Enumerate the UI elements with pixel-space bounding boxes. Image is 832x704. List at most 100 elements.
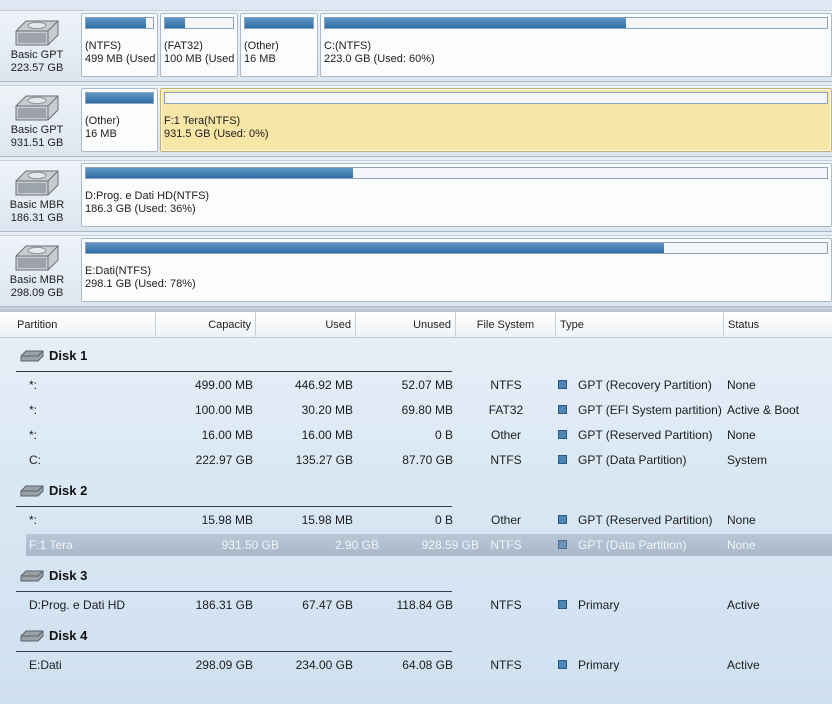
disk-map-panel: Basic GPT 223.57 GB (NTFS) 499 MB (Used:…	[0, 0, 832, 307]
disk-map-row-disk-4[interactable]: Basic MBR 298.09 GB E:Dati(NTFS) 298.1 G…	[0, 235, 832, 307]
table-row[interactable]: D:Prog. e Dati HD 186.31 GB 67.47 GB 118…	[0, 594, 832, 616]
partition-box[interactable]: (NTFS) 499 MB (Used:	[81, 13, 158, 77]
cell-partition: *:	[29, 378, 38, 392]
cell-status: Active	[727, 658, 760, 672]
column-header-status[interactable]: Status	[724, 312, 832, 337]
cell-used: 234.00 GB	[295, 658, 353, 672]
cell-partition: F:1 Tera	[29, 538, 73, 552]
hard-disk-icon	[15, 170, 59, 196]
table-row[interactable]: *: 15.98 MB 15.98 MB 0 B Other GPT (Rese…	[0, 509, 832, 531]
partition-type-square-icon	[558, 455, 567, 464]
hard-disk-icon	[15, 245, 59, 271]
partition-box[interactable]: E:Dati(NTFS) 298.1 GB (Used: 78%)	[81, 238, 832, 302]
table-row-selected[interactable]: F:1 Tera 931.50 GB 2.90 GB 928.59 GB NTF…	[26, 534, 832, 556]
cell-type: GPT (Recovery Partition)	[578, 378, 712, 392]
usage-bar	[244, 17, 314, 29]
cell-capacity: 298.09 GB	[195, 658, 253, 672]
partition-detail: 100 MB (Used:	[164, 53, 235, 65]
partition-detail: 16 MB	[244, 53, 276, 65]
group-divider	[16, 591, 452, 592]
cell-partition: E:Dati	[29, 658, 62, 672]
partition-box[interactable]: (Other) 16 MB	[240, 13, 318, 77]
partition-name: (Other)	[85, 115, 120, 127]
usage-bar-fill	[245, 18, 313, 28]
disk-type: Basic MBR	[9, 274, 65, 286]
cell-type: GPT (EFI System partition)	[578, 403, 722, 417]
cell-used: 16.00 MB	[301, 428, 353, 442]
cell-unused: 0 B	[434, 513, 453, 527]
disk-info[interactable]: Basic GPT 931.51 GB	[0, 86, 78, 156]
partition-detail: 16 MB	[85, 128, 117, 140]
cell-unused: 52.07 MB	[401, 378, 453, 392]
column-header-capacity[interactable]: Capacity	[156, 312, 256, 337]
usage-bar-fill	[86, 168, 353, 178]
cell-file-system: Other	[490, 428, 521, 442]
cell-used: 135.27 GB	[295, 453, 353, 467]
table-row[interactable]: C: 222.97 GB 135.27 GB 87.70 GB NTFS GPT…	[0, 449, 832, 471]
partition-type-square-icon	[558, 430, 567, 439]
usage-bar-fill	[86, 93, 153, 103]
partition-name: (Other)	[244, 40, 279, 52]
disk-size: 931.51 GB	[10, 137, 64, 149]
column-header-used[interactable]: Used	[256, 312, 356, 337]
cell-file-system: NTFS	[490, 658, 522, 672]
partition-name: D:Prog. e Dati HD(NTFS)	[85, 190, 210, 202]
cell-status: System	[727, 453, 768, 467]
disk-size: 186.31 GB	[10, 212, 64, 224]
partition-box-selected[interactable]: F:1 Tera(NTFS) 931.5 GB (Used: 0%)	[160, 88, 832, 152]
hard-disk-icon	[20, 485, 44, 497]
cell-type: Primary	[578, 658, 620, 672]
cell-type: GPT (Data Partition)	[578, 538, 687, 552]
cell-capacity: 499.00 MB	[194, 378, 253, 392]
partition-detail: 931.5 GB (Used: 0%)	[164, 128, 269, 140]
partition-name: (NTFS)	[85, 40, 122, 52]
usage-bar	[324, 17, 828, 29]
partition-box[interactable]: D:Prog. e Dati HD(NTFS) 186.3 GB (Used: …	[81, 163, 832, 227]
column-header-partition[interactable]: Partition	[13, 312, 156, 337]
disk-type: Basic MBR	[9, 199, 65, 211]
cell-used: 30.20 MB	[301, 403, 353, 417]
table-row[interactable]: E:Dati 298.09 GB 234.00 GB 64.08 GB NTFS…	[0, 654, 832, 676]
cell-used: 2.90 GB	[334, 538, 379, 552]
disk-group-title: Disk 4	[49, 628, 88, 643]
disk-info[interactable]: Basic GPT 223.57 GB	[0, 11, 78, 81]
disk-map-row-disk-2[interactable]: Basic GPT 931.51 GB (Other) 16 MB F:1 Te…	[0, 85, 832, 157]
cell-status: Active	[727, 598, 760, 612]
cell-status: None	[727, 513, 756, 527]
cell-unused: 69.80 MB	[401, 403, 453, 417]
partition-box[interactable]: (Other) 16 MB	[81, 88, 158, 152]
cell-used: 67.47 GB	[302, 598, 353, 612]
column-header-file-system[interactable]: File System	[456, 312, 556, 337]
partition-type-square-icon	[558, 405, 567, 414]
column-header-type[interactable]: Type	[556, 312, 724, 337]
disk-map-row-disk-1[interactable]: Basic GPT 223.57 GB (NTFS) 499 MB (Used:…	[0, 10, 832, 82]
table-row[interactable]: *: 16.00 MB 16.00 MB 0 B Other GPT (Rese…	[0, 424, 832, 446]
disk-group-header: Disk 2	[0, 479, 832, 507]
cell-partition: *:	[29, 513, 38, 527]
disk-info[interactable]: Basic MBR 298.09 GB	[0, 236, 78, 306]
partition-box[interactable]: (FAT32) 100 MB (Used:	[160, 13, 238, 77]
disk-map-row-disk-3[interactable]: Basic MBR 186.31 GB D:Prog. e Dati HD(NT…	[0, 160, 832, 232]
cell-capacity: 222.97 GB	[195, 453, 253, 467]
cell-type: GPT (Data Partition)	[578, 453, 687, 467]
partition-type-square-icon	[558, 380, 567, 389]
partition-type-square-icon	[558, 515, 567, 524]
partition-detail: 223.0 GB (Used: 60%)	[324, 53, 435, 65]
cell-status: None	[727, 428, 756, 442]
usage-bar	[85, 17, 154, 29]
usage-bar-fill	[165, 18, 186, 28]
disk-info[interactable]: Basic MBR 186.31 GB	[0, 161, 78, 231]
partition-type-square-icon	[558, 540, 567, 549]
hard-disk-icon	[20, 350, 44, 362]
cell-used: 446.92 MB	[294, 378, 353, 392]
table-row[interactable]: *: 100.00 MB 30.20 MB 69.80 MB FAT32 GPT…	[0, 399, 832, 421]
cell-unused: 64.08 GB	[402, 658, 453, 672]
partition-detail: 298.1 GB (Used: 78%)	[85, 278, 196, 290]
hard-disk-icon	[15, 95, 59, 121]
disk-type: Basic GPT	[10, 49, 64, 61]
cell-type: GPT (Reserved Partition)	[578, 428, 713, 442]
column-header-unused[interactable]: Unused	[356, 312, 456, 337]
table-row[interactable]: *: 499.00 MB 446.92 MB 52.07 MB NTFS GPT…	[0, 374, 832, 396]
partition-name: C:(NTFS)	[324, 40, 372, 52]
partition-box[interactable]: C:(NTFS) 223.0 GB (Used: 60%)	[320, 13, 832, 77]
